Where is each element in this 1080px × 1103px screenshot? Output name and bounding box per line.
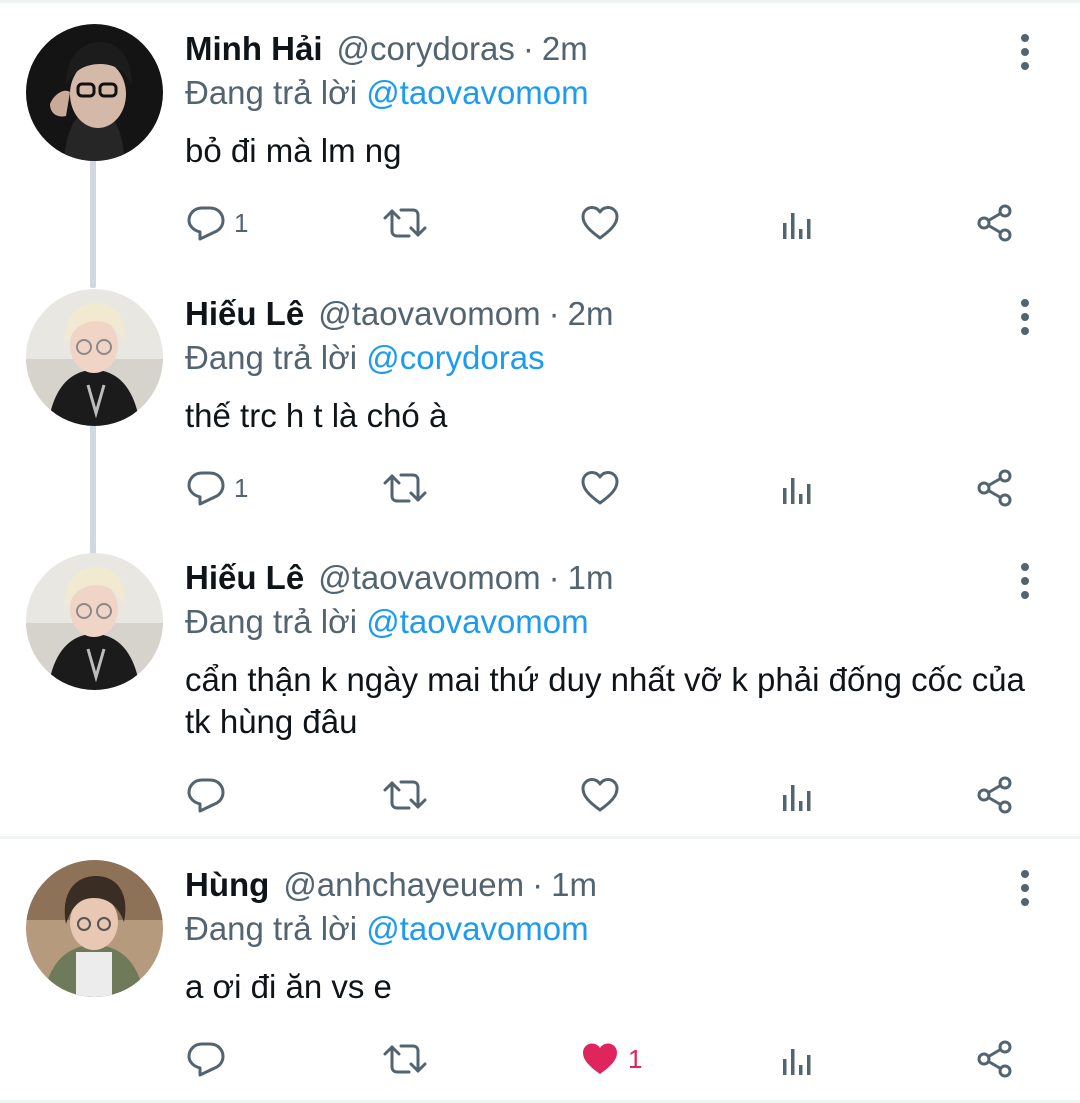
tweet-header: Hùng @anhchayeuem · 1m xyxy=(185,860,597,910)
analytics-icon xyxy=(778,468,818,508)
username[interactable]: @taovavomom xyxy=(318,559,540,597)
tweet-header: Hiếu Lê @taovavomom · 1m xyxy=(185,553,613,603)
avatar[interactable] xyxy=(26,860,163,997)
like-count: 1 xyxy=(628,1043,643,1074)
separator: · xyxy=(548,295,560,332)
action-bar: 1 xyxy=(0,463,1080,513)
reply-icon xyxy=(186,775,226,815)
separator: · xyxy=(532,866,544,903)
like-button[interactable]: 1 xyxy=(580,1034,642,1084)
reply-icon xyxy=(186,468,226,508)
username[interactable]: @anhchayeuem xyxy=(283,866,524,904)
like-icon xyxy=(580,203,620,243)
tweet-divider xyxy=(0,836,1080,839)
tweet[interactable]: Hiếu Lê @taovavomom · 2m Đang trả lời @c… xyxy=(0,289,1080,529)
display-name[interactable]: Hiếu Lê xyxy=(185,559,304,597)
reply-prefix: Đang trả lời xyxy=(185,339,358,376)
display-name[interactable]: Hùng xyxy=(185,866,269,904)
reply-to-handle[interactable]: @taovavomom xyxy=(366,910,588,947)
like-button[interactable] xyxy=(580,463,628,513)
retweet-icon xyxy=(381,203,429,243)
share-button[interactable] xyxy=(975,770,1015,820)
share-icon xyxy=(975,203,1015,243)
reply-count: 1 xyxy=(234,207,249,238)
retweet-icon xyxy=(381,468,429,508)
tweet-text: bỏ đi mà lm ng xyxy=(185,132,402,169)
reply-button[interactable]: 1 xyxy=(186,463,248,513)
avatar[interactable] xyxy=(26,24,163,161)
action-bar: 1 xyxy=(0,1034,1080,1084)
replying-to: Đang trả lời @taovavomom xyxy=(185,603,589,641)
replying-to: Đang trả lời @taovavomom xyxy=(185,910,589,948)
replying-to: Đang trả lời @taovavomom xyxy=(185,74,589,112)
more-options-icon[interactable] xyxy=(1014,870,1036,906)
top-divider xyxy=(0,0,1080,3)
reply-prefix: Đang trả lời xyxy=(185,74,358,111)
retweet-icon xyxy=(381,1039,429,1079)
tweet-header: Minh Hải @corydoras · 2m xyxy=(185,24,588,74)
analytics-button[interactable] xyxy=(778,770,818,820)
tweet-text: thế trc h t là chó à xyxy=(185,397,448,434)
replying-to: Đang trả lời @corydoras xyxy=(185,339,545,377)
more-options-icon[interactable] xyxy=(1014,299,1036,335)
reply-icon xyxy=(186,1039,226,1079)
timestamp[interactable]: 1m xyxy=(551,866,597,904)
avatar[interactable] xyxy=(26,289,163,426)
share-icon xyxy=(975,468,1015,508)
analytics-button[interactable] xyxy=(778,198,818,248)
share-button[interactable] xyxy=(975,1034,1015,1084)
reply-to-handle[interactable]: @corydoras xyxy=(366,339,544,376)
timestamp[interactable]: 2m xyxy=(568,295,614,333)
reply-to-handle[interactable]: @taovavomom xyxy=(366,603,588,640)
tweet-text: a ơi đi ăn vs e xyxy=(185,968,392,1005)
reply-icon xyxy=(186,203,226,243)
reply-to-handle[interactable]: @taovavomom xyxy=(366,74,588,111)
more-options-icon[interactable] xyxy=(1014,563,1036,599)
analytics-icon xyxy=(778,203,818,243)
share-button[interactable] xyxy=(975,198,1015,248)
more-options-icon[interactable] xyxy=(1014,34,1036,70)
like-icon xyxy=(580,775,620,815)
analytics-icon xyxy=(778,1039,818,1079)
reply-count: 1 xyxy=(234,472,249,503)
reply-button[interactable] xyxy=(186,1034,234,1084)
reply-prefix: Đang trả lời xyxy=(185,910,358,947)
like-icon-filled xyxy=(580,1039,620,1079)
avatar[interactable] xyxy=(26,553,163,690)
reply-prefix: Đang trả lời xyxy=(185,603,358,640)
username[interactable]: @taovavomom xyxy=(318,295,540,333)
reply-button[interactable]: 1 xyxy=(186,198,248,248)
retweet-button[interactable] xyxy=(381,198,429,248)
tweet-header: Hiếu Lê @taovavomom · 2m xyxy=(185,289,613,339)
reply-button[interactable] xyxy=(186,770,234,820)
tweet[interactable]: Minh Hải @corydoras · 2m Đang trả lời @t… xyxy=(0,24,1080,264)
like-button[interactable] xyxy=(580,198,628,248)
display-name[interactable]: Minh Hải xyxy=(185,30,323,68)
tweet-text: cẩn thận k ngày mai thứ duy nhất vỡ k ph… xyxy=(185,661,1025,740)
tweet[interactable]: Hùng @anhchayeuem · 1m Đang trả lời @tao… xyxy=(0,860,1080,1100)
like-button[interactable] xyxy=(580,770,628,820)
analytics-button[interactable] xyxy=(778,1034,818,1084)
action-bar xyxy=(0,770,1080,820)
share-button[interactable] xyxy=(975,463,1015,513)
timestamp[interactable]: 2m xyxy=(542,30,588,68)
separator: · xyxy=(522,30,534,67)
share-icon xyxy=(975,775,1015,815)
analytics-button[interactable] xyxy=(778,463,818,513)
username[interactable]: @corydoras xyxy=(337,30,515,68)
like-icon xyxy=(580,468,620,508)
retweet-button[interactable] xyxy=(381,463,429,513)
action-bar: 1 xyxy=(0,198,1080,248)
retweet-button[interactable] xyxy=(381,1034,429,1084)
separator: · xyxy=(548,559,560,596)
retweet-icon xyxy=(381,775,429,815)
share-icon xyxy=(975,1039,1015,1079)
tweet[interactable]: Hiếu Lê @taovavomom · 1m Đang trả lời @t… xyxy=(0,553,1080,823)
retweet-button[interactable] xyxy=(381,770,429,820)
display-name[interactable]: Hiếu Lê xyxy=(185,295,304,333)
timestamp[interactable]: 1m xyxy=(568,559,614,597)
analytics-icon xyxy=(778,775,818,815)
